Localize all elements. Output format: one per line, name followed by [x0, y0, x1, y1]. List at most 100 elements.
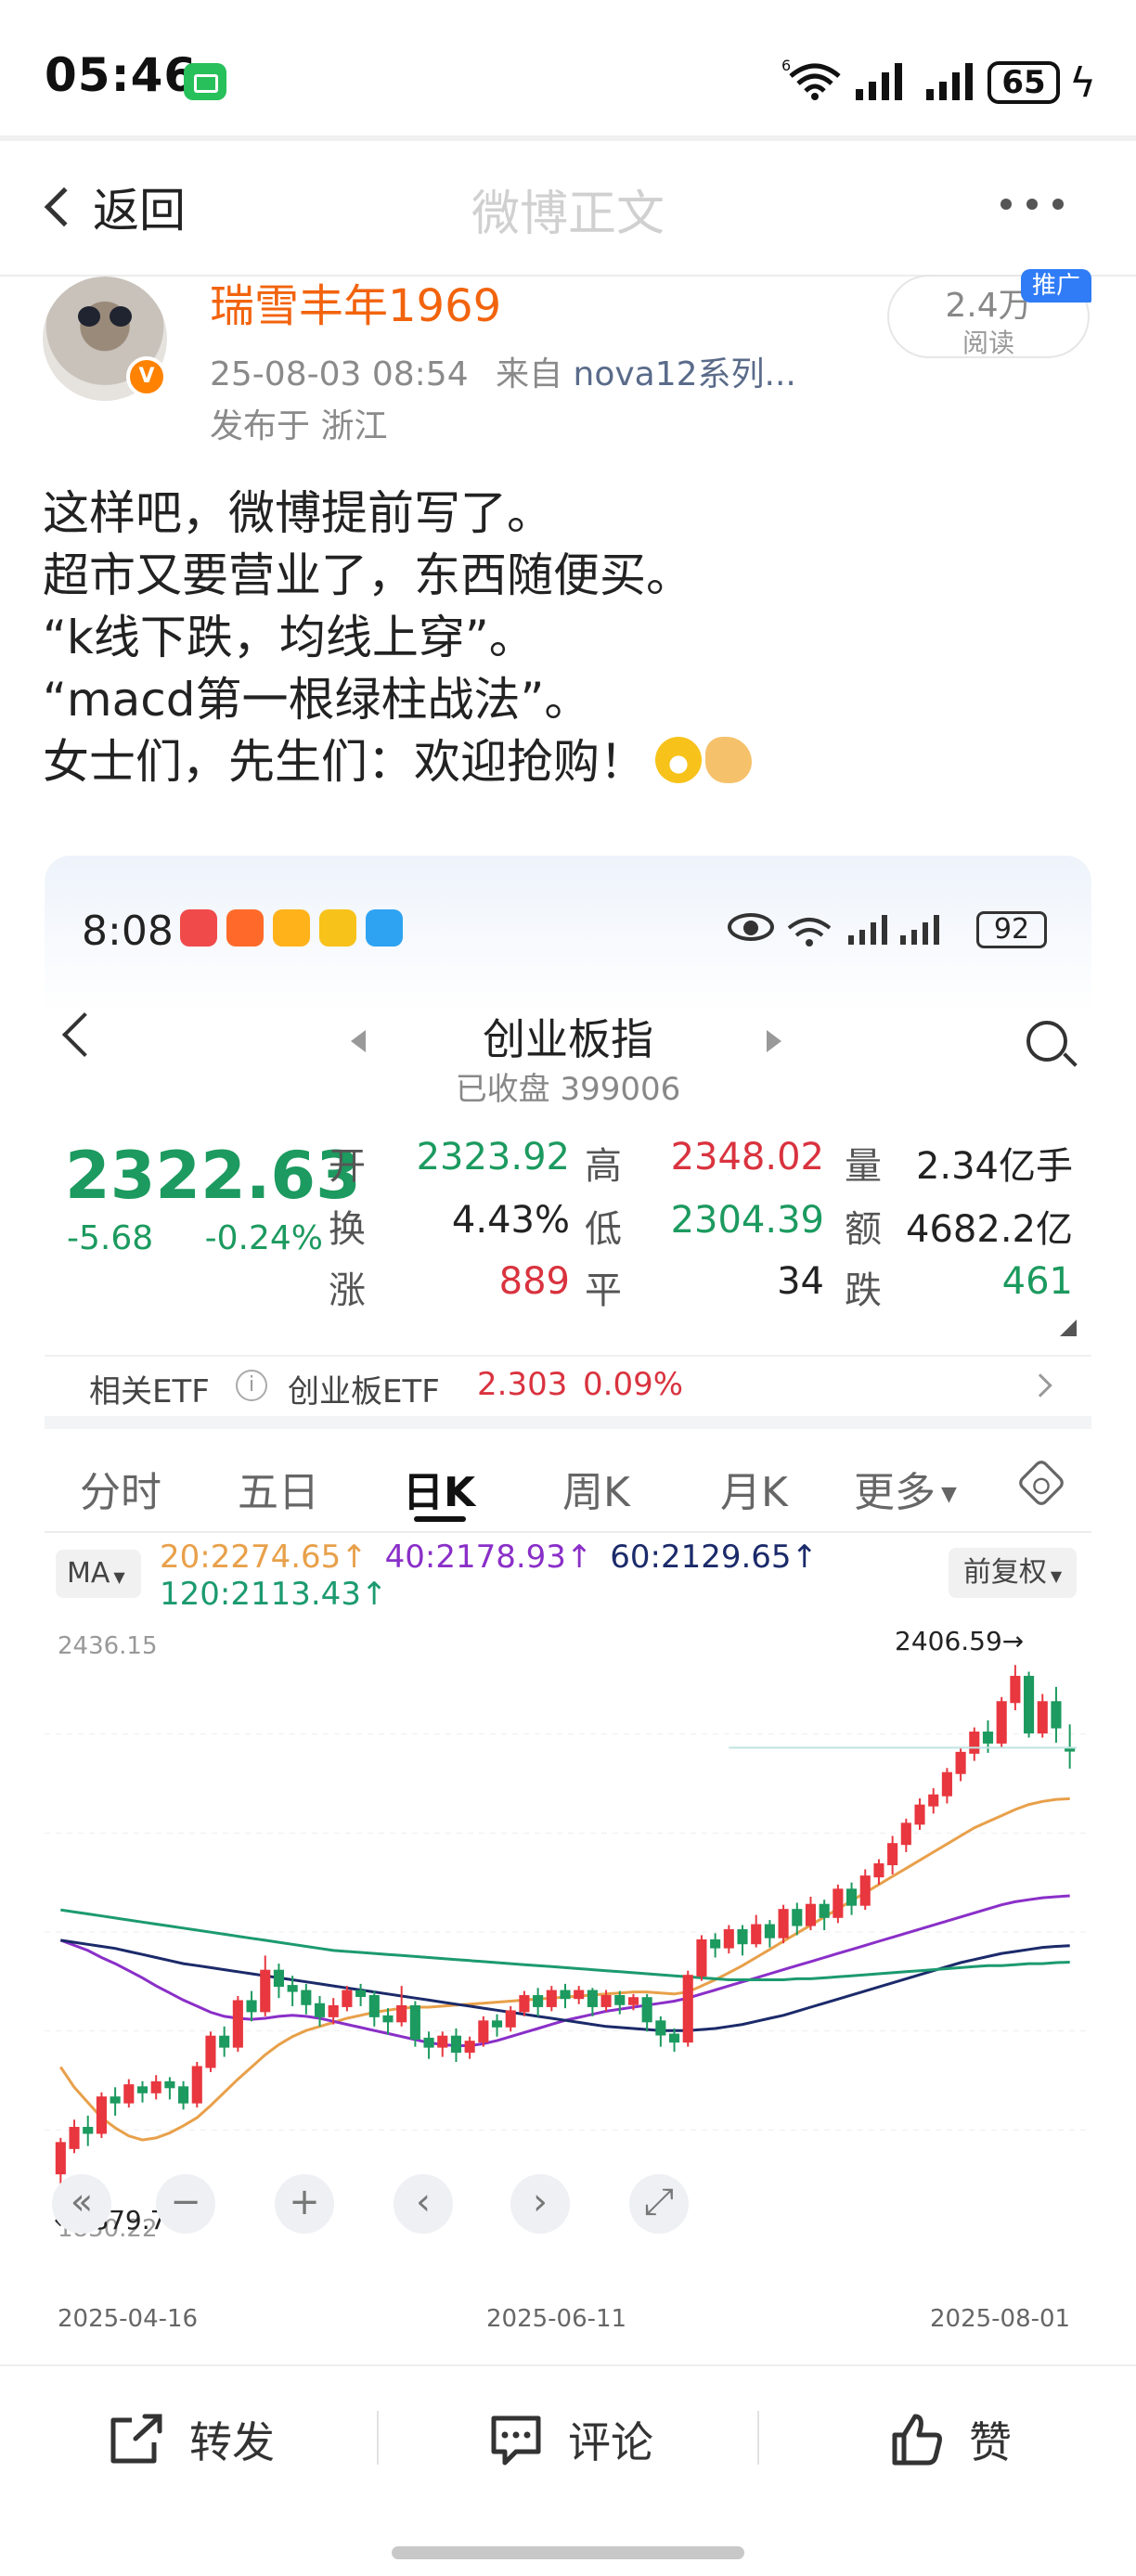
candle-body	[450, 2035, 462, 2054]
tab-daily-k[interactable]: 日K	[403, 1459, 475, 1518]
zoom-in-button[interactable]: +	[275, 2174, 334, 2234]
candle-body	[1024, 1675, 1035, 1734]
embed-battery: 92	[976, 911, 1047, 948]
comment-label: 评论	[568, 2417, 653, 2467]
candle	[546, 1986, 557, 2012]
promo-tag: 推广	[1021, 269, 1091, 303]
chevron-left-icon	[44, 187, 84, 227]
comment-button[interactable]: 评论	[488, 2409, 653, 2470]
thumbs-up-icon	[892, 2414, 942, 2466]
embed-status-time: 8:08	[82, 908, 174, 955]
candle	[83, 2115, 94, 2146]
x-tick-label: 2025-04-16	[58, 2305, 199, 2333]
candle-body	[764, 1924, 775, 1938]
stat-label: 高	[585, 1145, 622, 1188]
candle-body	[859, 1875, 871, 1906]
candle-body	[751, 1924, 762, 1945]
post-location: 发布于 浙江	[210, 407, 388, 445]
candle	[533, 1988, 544, 2016]
post-meta: 25-08-03 08:54 来自 nova12系列...	[210, 347, 796, 395]
share-icon	[110, 2414, 162, 2464]
candle-body	[887, 1843, 898, 1866]
ma-select[interactable]: MA ▼	[56, 1550, 141, 1598]
ok-hand-emoji-icon	[705, 737, 752, 783]
candle-body	[587, 1990, 598, 2007]
ma-line-ma120	[60, 1908, 1070, 1981]
stock-title: 创业板指	[483, 1014, 653, 1064]
tab-intraday[interactable]: 分时	[80, 1459, 161, 1518]
candle-body	[219, 2035, 230, 2048]
adjust-select[interactable]: 前复权 ▼	[949, 1548, 1077, 1598]
ma120-value: 120:2113.43↑	[160, 1576, 388, 1613]
candle-body	[805, 1903, 817, 1926]
candle-body	[505, 2010, 516, 2028]
next-stock-icon[interactable]	[767, 1030, 781, 1052]
candle	[819, 1900, 830, 1931]
tab-more[interactable]: 更多 ▼	[854, 1459, 957, 1518]
charging-icon: ϟ	[1069, 59, 1097, 107]
fullscreen-button[interactable]: ⤢	[629, 2174, 689, 2234]
x-tick-label: 2025-06-11	[486, 2305, 627, 2333]
candle-body	[737, 1929, 748, 1945]
candle	[491, 2014, 503, 2037]
search-icon[interactable]	[1026, 1021, 1067, 1062]
app-icon	[273, 909, 310, 947]
candle-body	[328, 2004, 339, 2017]
dot-icon	[1000, 199, 1012, 210]
status-divider	[0, 135, 1136, 141]
tab-weekly-k[interactable]: 周K	[562, 1459, 630, 1518]
ma-select-label: MA	[67, 1557, 110, 1590]
etf-price: 2.303	[477, 1366, 568, 1403]
like-button[interactable]: 赞	[889, 2409, 1012, 2470]
quote-change: -5.68 -0.24%	[67, 1219, 323, 1257]
candle-body	[83, 2127, 94, 2134]
expand-corner-icon[interactable]	[1060, 1320, 1077, 1336]
username[interactable]: 瑞雪丰年1969	[210, 269, 501, 334]
caret-down-icon: ▼	[113, 1568, 125, 1586]
scroll-left-far-button[interactable]: «	[52, 2174, 111, 2234]
candle-body	[723, 1929, 734, 1949]
candle	[69, 2119, 80, 2154]
candle-body	[682, 1975, 693, 2043]
info-icon[interactable]: i	[236, 1370, 267, 1401]
zoom-out-button[interactable]: −	[156, 2174, 215, 2234]
stat-flat-count: 34	[777, 1260, 824, 1303]
stat-label: 涨	[329, 1269, 366, 1312]
candle	[805, 1896, 817, 1931]
candle-body	[368, 1995, 380, 2017]
x-tick-label: 2025-08-01	[930, 2305, 1071, 2333]
candle-body	[409, 2004, 420, 2040]
candle	[941, 1768, 952, 1804]
repost-button[interactable]: 转发	[108, 2409, 275, 2470]
candle-body	[55, 2142, 66, 2175]
candle-body	[96, 2096, 107, 2134]
chart-settings-icon[interactable]	[1015, 1457, 1067, 1509]
candle	[478, 2016, 489, 2047]
svg-text:6: 6	[781, 57, 791, 74]
source-prefix: 来自	[496, 355, 563, 393]
candle	[205, 2031, 216, 2072]
more-button[interactable]	[1000, 199, 1064, 210]
candlestick-chart[interactable]: 2436.15 1850.22 2406.59→ ←1879.78	[45, 1616, 1091, 2266]
stat-high: 2348.02	[670, 1136, 824, 1179]
y-axis-top-label: 2436.15	[58, 1632, 158, 1660]
stat-turnover: 4.43%	[451, 1199, 570, 1242]
candle-body	[710, 1938, 721, 1949]
candle-body	[792, 1909, 803, 1926]
post-body: 这样吧，微博提前写了。 超市又要营业了，东西随便买。 “k线下跌，均线上穿”。 …	[43, 483, 1101, 793]
candle	[273, 1964, 284, 1999]
wechat-icon	[184, 63, 226, 100]
embedded-screenshot[interactable]: 8:08 92 创业板指 已收盘 399006 2322.63 -5.68 -0…	[45, 856, 1091, 2377]
scroll-left-button[interactable]: ‹	[394, 2174, 453, 2234]
candle-body	[655, 2020, 666, 2036]
tab-monthly-k[interactable]: 月K	[720, 1459, 788, 1518]
eye-icon	[728, 913, 774, 941]
scroll-right-button[interactable]: ›	[510, 2174, 570, 2234]
candle-body	[396, 2004, 407, 2023]
back-button[interactable]: 返回	[41, 174, 186, 239]
candle	[764, 1920, 775, 1948]
like-label: 赞	[969, 2417, 1012, 2467]
tab-five-day[interactable]: 五日	[238, 1459, 319, 1518]
home-indicator[interactable]	[392, 2546, 744, 2559]
post-source[interactable]: nova12系列...	[574, 355, 796, 393]
